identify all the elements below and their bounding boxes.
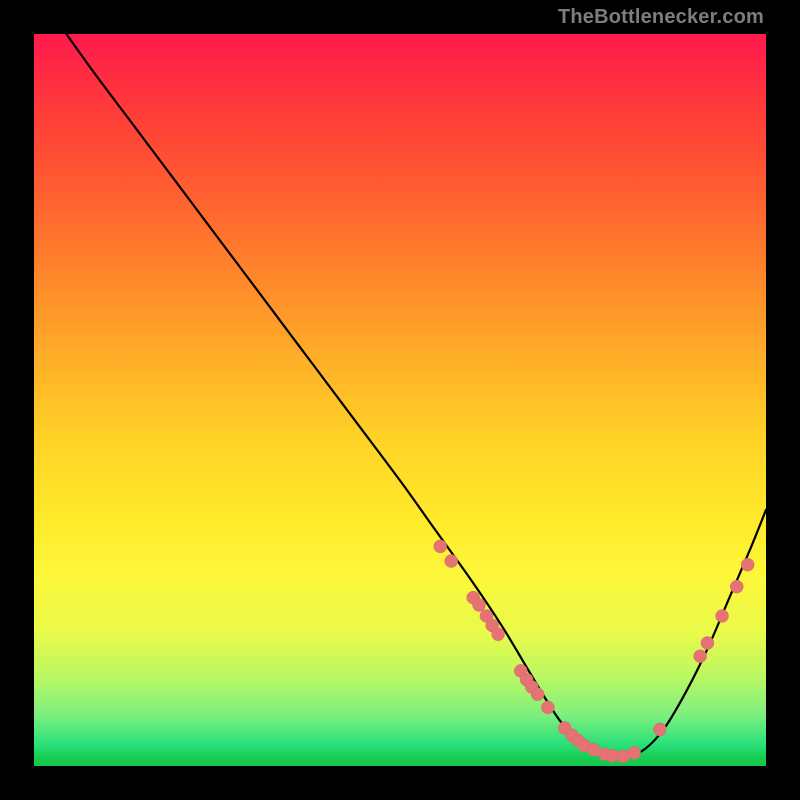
- curve-marker: [716, 609, 729, 622]
- chart-frame: TheBottlenecker.com: [0, 0, 800, 800]
- plot-area: [34, 34, 766, 766]
- source-attribution: TheBottlenecker.com: [558, 6, 764, 29]
- curve-marker: [694, 650, 707, 663]
- curve-marker: [434, 540, 447, 553]
- curve-marker: [628, 746, 641, 759]
- curve-marker: [730, 580, 743, 593]
- curve-marker: [741, 558, 754, 571]
- curve-marker: [653, 723, 666, 736]
- bottleneck-curve: [34, 0, 766, 757]
- curve-marker: [701, 637, 714, 650]
- bottleneck-curve-svg: [34, 34, 766, 766]
- curve-marker: [531, 688, 544, 701]
- curve-marker: [445, 555, 458, 568]
- curve-marker: [473, 598, 486, 611]
- curve-marker: [541, 701, 554, 714]
- curve-marker: [492, 628, 505, 641]
